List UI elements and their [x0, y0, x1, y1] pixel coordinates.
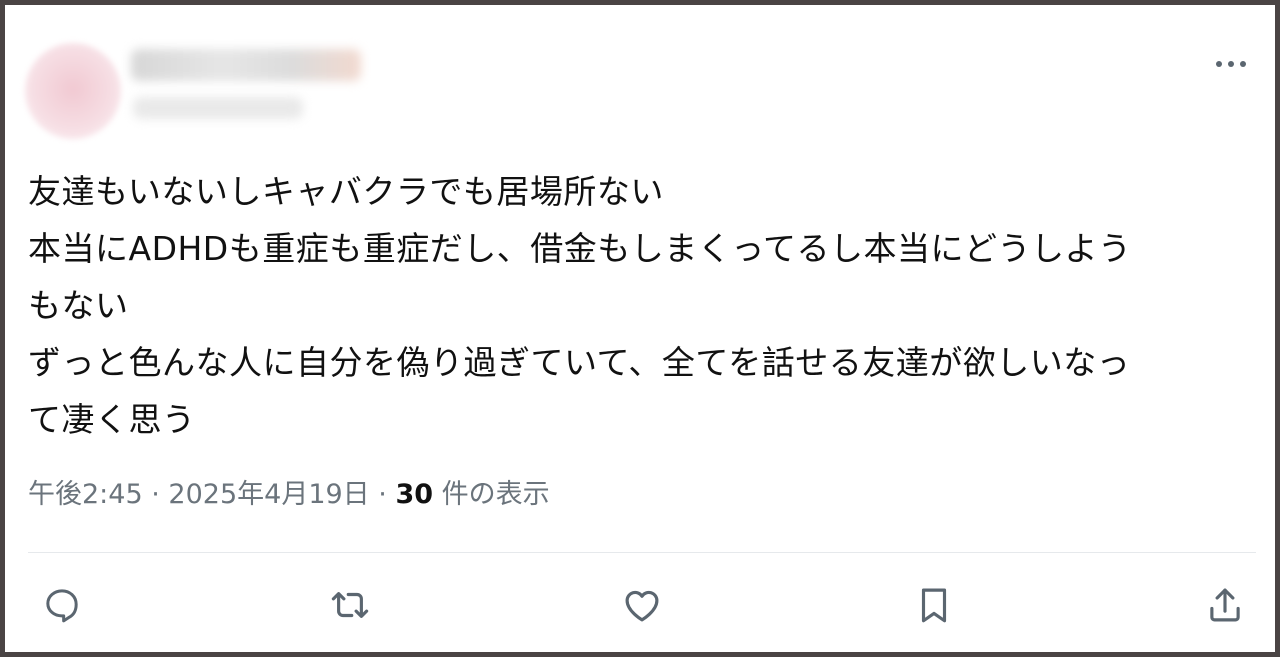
- user-handle-redacted: [133, 97, 303, 119]
- heart-icon: [625, 590, 659, 622]
- tweet-text-line: ずっと色んな人に自分を偽り過ぎていて、全てを話せる友達が欲しいなっ: [28, 343, 1131, 382]
- views-label: 件の表示: [441, 479, 550, 510]
- views-count: 30: [395, 479, 434, 510]
- tweet-date[interactable]: 2025年4月19日: [168, 479, 369, 510]
- tweet-card: 友達もいないしキャバクラでも居場所ない 本当にADHDも重症も重症だし、借金もし…: [0, 0, 1280, 657]
- meta-separator: ·: [151, 479, 160, 510]
- reply-icon: [46, 589, 78, 623]
- like-button[interactable]: [620, 583, 664, 627]
- share-icon: [1210, 588, 1240, 622]
- more-horizontal-icon: [1216, 61, 1246, 67]
- retweet-icon: [331, 592, 369, 618]
- tweet-text-line: 本当にADHDも重症も重症だし、借金もしまくってるし本当にどうしよう: [28, 229, 1132, 268]
- tweet-time[interactable]: 午後2:45: [28, 479, 143, 510]
- tweet-text: 友達もいないしキャバクラでも居場所ない 本当にADHDも重症も重症だし、借金もし…: [28, 163, 1243, 448]
- retweet-button[interactable]: [328, 583, 372, 627]
- display-name-redacted[interactable]: [131, 49, 361, 81]
- avatar[interactable]: [25, 43, 121, 139]
- more-options-button[interactable]: [1213, 51, 1249, 77]
- reply-button[interactable]: [40, 583, 84, 627]
- share-button[interactable]: [1203, 583, 1247, 627]
- tweet-metadata: 午後2:45 · 2025年4月19日 · 30 件の表示: [28, 475, 550, 515]
- meta-separator: ·: [378, 479, 387, 510]
- tweet-text-line: 友達もいないしキャバクラでも居場所ない: [28, 172, 664, 211]
- tweet-text-line: もない: [28, 286, 129, 325]
- bookmark-icon: [921, 588, 947, 623]
- divider: [28, 552, 1256, 553]
- tweet-text-line: て凄く思う: [28, 400, 196, 439]
- bookmark-button[interactable]: [912, 583, 956, 627]
